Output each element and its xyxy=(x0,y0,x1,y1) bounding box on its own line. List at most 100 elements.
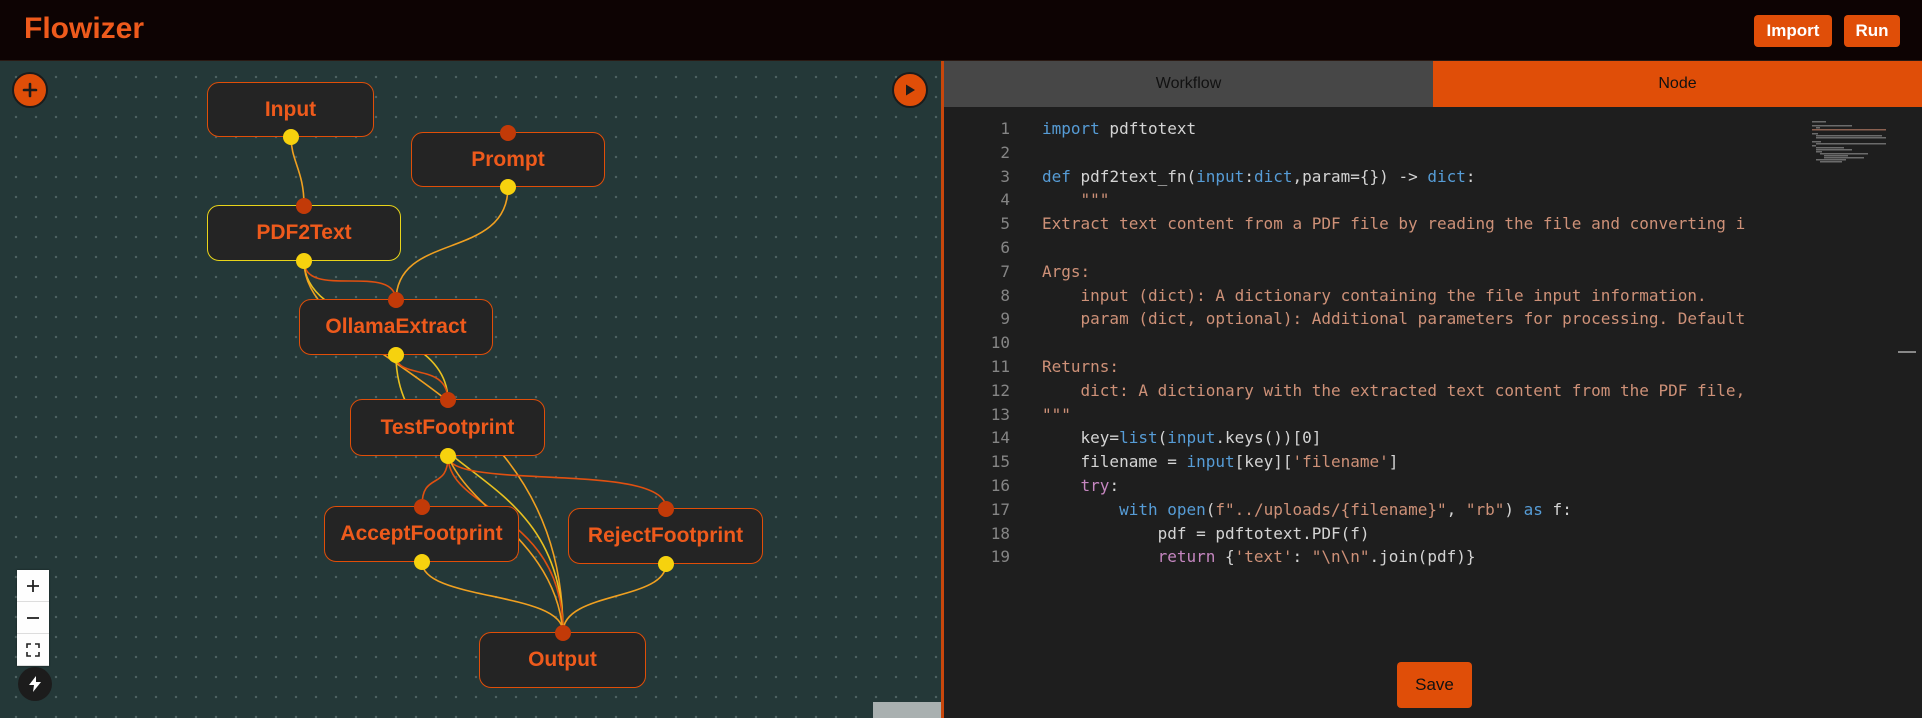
line-number: 11 xyxy=(990,356,1010,376)
plus-icon xyxy=(22,82,38,98)
workflow-canvas[interactable]: Input Prompt PDF2Text OllamaExtract Test… xyxy=(0,61,941,718)
node-acceptfootprint[interactable]: AcceptFootprint xyxy=(324,499,519,570)
tab-node[interactable]: Node xyxy=(1433,61,1922,107)
code-line[interactable]: key=list(input.keys())[0] xyxy=(1042,426,1910,450)
app-logo: Flowizer xyxy=(24,12,145,45)
node-ollamaextract[interactable]: OllamaExtract xyxy=(299,292,493,363)
output-handle[interactable] xyxy=(283,129,299,145)
output-handle[interactable] xyxy=(388,347,404,363)
line-number: 19 xyxy=(990,547,1010,567)
node-rejectfootprint[interactable]: RejectFootprint xyxy=(568,501,763,572)
code-line[interactable]: filename = input[key]['filename'] xyxy=(1042,450,1910,474)
editor-panel: Workflow Node 1 2 3 4 5 6 7 8 9 10 11 12 13 14 15 16 17 1… xyxy=(944,61,1922,718)
line-number: 2 xyxy=(1000,142,1010,162)
node-label: AcceptFootprint xyxy=(340,522,503,545)
node-label: OllamaExtract xyxy=(325,315,467,338)
output-handle[interactable] xyxy=(296,253,312,269)
plus-icon xyxy=(27,579,39,592)
code-editor[interactable]: 1 2 3 4 5 6 7 8 9 10 11 12 13 14 15 16 17 18 19 import pdf… xyxy=(944,107,1922,574)
minus-icon xyxy=(27,616,39,619)
line-number: 10 xyxy=(990,333,1010,353)
save-button[interactable]: Save xyxy=(1397,662,1472,708)
code-line[interactable]: pdf = pdftotext.PDF(f) xyxy=(1042,522,1910,546)
input-handle[interactable] xyxy=(296,198,312,214)
code-line[interactable] xyxy=(1042,141,1910,165)
zoom-in-button[interactable] xyxy=(17,570,49,602)
line-number: 7 xyxy=(1000,261,1010,281)
edge-reject-output xyxy=(562,563,667,633)
node-testfootprint[interactable]: TestFootprint xyxy=(350,392,545,464)
line-number: 17 xyxy=(990,499,1010,519)
line-number: 4 xyxy=(1000,190,1010,210)
code-line[interactable]: input (dict): A dictionary containing th… xyxy=(1042,284,1910,308)
code-line[interactable]: """ xyxy=(1042,403,1910,427)
output-handle[interactable] xyxy=(500,179,516,195)
code-minimap[interactable] xyxy=(1810,119,1910,219)
node-label: Output xyxy=(528,648,597,671)
lightning-icon xyxy=(29,676,41,692)
output-handle[interactable] xyxy=(658,556,674,572)
line-number: 6 xyxy=(1000,237,1010,257)
line-number: 18 xyxy=(990,523,1010,543)
input-handle[interactable] xyxy=(500,125,516,141)
node-prompt[interactable]: Prompt xyxy=(411,125,605,195)
node-label: RejectFootprint xyxy=(587,524,744,547)
toggle-interactivity-button[interactable] xyxy=(18,667,52,701)
code-lines[interactable]: import pdftotext def pdf2text_fn(input:d… xyxy=(1042,117,1910,569)
line-number-gutter: 1 2 3 4 5 6 7 8 9 10 11 12 13 14 15 16 17 18 19 xyxy=(944,117,1014,569)
node-label: Input xyxy=(264,97,317,121)
scroll-indicator xyxy=(1898,351,1916,353)
edge-test-accept xyxy=(421,455,449,507)
line-number: 16 xyxy=(990,475,1010,495)
input-handle[interactable] xyxy=(555,625,571,641)
line-number: 15 xyxy=(990,452,1010,472)
output-handle[interactable] xyxy=(440,448,456,464)
edge-input-pdf2text xyxy=(290,136,305,206)
code-line[interactable] xyxy=(1042,236,1910,260)
run-button[interactable]: Run xyxy=(1844,15,1900,47)
line-number: 1 xyxy=(1000,119,1010,138)
line-number: 5 xyxy=(1000,214,1010,234)
input-handle[interactable] xyxy=(414,499,430,515)
output-handle[interactable] xyxy=(414,554,430,570)
fit-view-button[interactable] xyxy=(17,634,49,666)
node-input[interactable]: Input xyxy=(207,82,374,145)
code-line[interactable] xyxy=(1042,331,1910,355)
node-output[interactable]: Output xyxy=(479,625,646,688)
add-node-button[interactable] xyxy=(12,72,48,108)
edge-prompt-ollama xyxy=(395,186,509,302)
code-line[interactable]: import pdftotext xyxy=(1042,117,1910,141)
line-number: 8 xyxy=(1000,285,1010,305)
input-handle[interactable] xyxy=(440,392,456,408)
line-number: 14 xyxy=(990,428,1010,448)
node-label: TestFootprint xyxy=(380,415,515,439)
line-number: 13 xyxy=(990,404,1010,424)
app-header: Flowizer Import Run xyxy=(0,0,1922,61)
edge-pdf2text-ollama xyxy=(303,260,397,302)
run-flow-button[interactable] xyxy=(892,72,928,108)
input-handle[interactable] xyxy=(658,501,674,517)
import-button[interactable]: Import xyxy=(1754,15,1832,47)
code-line[interactable]: Extract text content from a PDF file by … xyxy=(1042,212,1910,236)
play-icon xyxy=(906,84,915,96)
code-line[interactable]: dict: A dictionary with the extracted te… xyxy=(1042,379,1910,403)
code-line[interactable]: """ xyxy=(1042,188,1910,212)
zoom-controls xyxy=(17,570,49,666)
line-number: 9 xyxy=(1000,309,1010,329)
code-line[interactable]: Returns: xyxy=(1042,355,1910,379)
line-number: 12 xyxy=(990,380,1010,400)
node-pdf2text[interactable]: PDF2Text xyxy=(207,198,401,269)
zoom-out-button[interactable] xyxy=(17,602,49,634)
fit-view-icon xyxy=(26,642,40,657)
edge-ollama-output xyxy=(395,354,564,633)
code-line[interactable]: try: xyxy=(1042,474,1910,498)
node-label: PDF2Text xyxy=(256,221,352,244)
code-line[interactable]: Args: xyxy=(1042,260,1910,284)
attribution-strip xyxy=(873,702,941,718)
input-handle[interactable] xyxy=(388,292,404,308)
code-line[interactable]: with open(f"../uploads/{filename}", "rb"… xyxy=(1042,498,1910,522)
code-line[interactable]: return {'text': "\n\n".join(pdf)} xyxy=(1042,545,1910,569)
tab-workflow[interactable]: Workflow xyxy=(944,61,1433,107)
code-line[interactable]: param (dict, optional): Additional param… xyxy=(1042,307,1910,331)
code-line[interactable]: def pdf2text_fn(input:dict,param={}) -> … xyxy=(1042,165,1910,189)
